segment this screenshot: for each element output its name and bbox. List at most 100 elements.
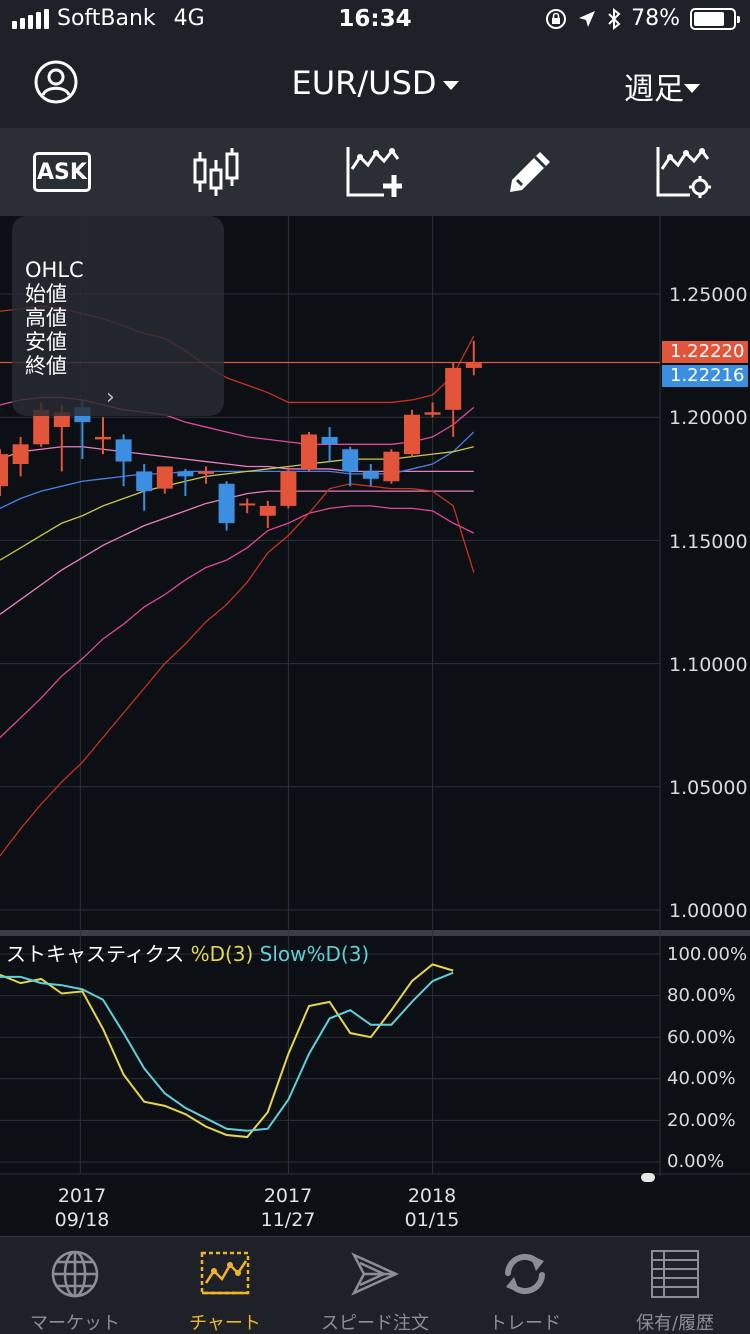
date-year: 2017 [263, 1185, 313, 1207]
candle-body [445, 367, 462, 410]
candle-body [465, 362, 482, 368]
tab-label: スピード注文 [321, 1313, 429, 1334]
ohlc-close-label: 終値 [25, 354, 67, 378]
ohlc-high-label: 高値 [25, 306, 67, 330]
candle-body [239, 503, 256, 506]
ohlc-open-label: 始値 [25, 282, 67, 306]
date-monthday: 09/18 [54, 1209, 110, 1231]
tab-bar: マーケット チャート スピード注文 トレード 保有/履歴 [0, 1236, 750, 1334]
chart-toolbar: ASK [0, 128, 750, 216]
tab-label: チャート [189, 1313, 261, 1334]
candle-body [156, 466, 173, 489]
percent-tick: 0.00% [667, 1151, 725, 1172]
tab-trade[interactable]: トレード [450, 1237, 600, 1334]
candle-body [404, 414, 420, 455]
panel-divider [0, 930, 750, 936]
ohlc-low-label: 安値 [25, 330, 67, 354]
stochastic-name: ストキャスティクス [6, 942, 185, 966]
band-line [0, 446, 474, 561]
candle-body [218, 483, 235, 524]
chevron-down-icon [684, 84, 700, 93]
candle-body [383, 451, 400, 482]
tab-label: マーケット [30, 1313, 120, 1334]
list-icon [651, 1250, 699, 1298]
tab-speed-order[interactable]: スピード注文 [300, 1237, 450, 1334]
percent-tick: 100.00% [667, 944, 748, 965]
chart-type-button[interactable] [181, 144, 251, 200]
price-tick: 1.25000 [669, 284, 748, 306]
date-year: 2018 [407, 1185, 457, 1207]
indicator-settings-icon [656, 147, 711, 198]
tab-label: トレード [489, 1313, 561, 1334]
pencil-icon [510, 152, 550, 192]
candle-body [12, 444, 29, 465]
stochastic-legend: ストキャスティクス %D(3) Slow%D(3) [6, 938, 369, 967]
tab-chart[interactable]: チャート [150, 1237, 300, 1334]
percent-tick: 60.00% [667, 1027, 736, 1048]
date-year: 2017 [57, 1185, 107, 1207]
candle-body [424, 412, 441, 415]
add-indicator-icon [346, 147, 402, 197]
date-label: 2018 01/15 [387, 1184, 477, 1232]
price-tick: 1.00000 [669, 900, 748, 922]
date-label: 2017 11/27 [243, 1184, 333, 1232]
candle-body [0, 454, 8, 487]
stochastic-line [0, 963, 454, 1139]
candlestick-icon [193, 148, 239, 196]
band-line [0, 483, 475, 857]
speed-icon [351, 1252, 400, 1296]
status-bar: SoftBank 4G 16:34 78% [0, 0, 750, 40]
tab-positions-history[interactable]: 保有/履歴 [600, 1237, 750, 1334]
percent-tick: 40.00% [667, 1068, 736, 1089]
price-tick: 1.05000 [669, 777, 748, 799]
tab-label: 保有/履歴 [635, 1313, 715, 1334]
band-line [0, 490, 474, 615]
candle-body [342, 449, 359, 472]
ohlc-panel[interactable]: OHLC 始値 高値 安値 終値 [12, 216, 224, 416]
price-tick: 1.20000 [669, 407, 748, 429]
add-indicator-button[interactable] [338, 144, 408, 200]
candle-body [115, 439, 132, 462]
tab-market[interactable]: マーケット [0, 1237, 150, 1334]
location-icon [579, 10, 596, 27]
page-title: EUR/USD [291, 64, 437, 102]
price-tick: 1.10000 [669, 654, 748, 676]
chevron-right-icon[interactable]: › [106, 385, 115, 410]
trade-icon [505, 1253, 545, 1295]
current-ask-badge: 1.22220 [662, 341, 748, 363]
stochastic-slow-label: Slow%D(3) [259, 942, 370, 966]
status-right: 78% [545, 6, 740, 31]
candle-body [280, 471, 297, 506]
percent-tick: 80.00% [667, 985, 736, 1006]
ohlc-title: OHLC [25, 258, 84, 282]
bluetooth-icon [608, 7, 621, 30]
ask-label: ASK [33, 152, 91, 192]
chart-icon [200, 1251, 250, 1295]
percent-tick: 20.00% [667, 1110, 736, 1131]
stochastic-k-label: %D(3) [190, 942, 254, 966]
battery-percent: 78% [631, 6, 680, 31]
price-tick: 1.15000 [669, 531, 748, 553]
candle-body [362, 471, 379, 479]
scroll-indicator[interactable] [641, 1173, 655, 1182]
candle-body [321, 436, 338, 445]
indicator-settings-button[interactable] [648, 144, 718, 200]
ask-bid-toggle-button[interactable]: ASK [27, 144, 97, 200]
period-selector[interactable]: 週足 [624, 64, 684, 108]
candle-body [177, 471, 194, 477]
draw-tool-button[interactable] [495, 144, 565, 200]
battery-icon [690, 7, 740, 30]
nav-bar: EUR/USD 週足 [0, 40, 750, 128]
date-label: 2017 09/18 [37, 1184, 127, 1232]
rotation-lock-icon [546, 8, 567, 29]
band-line [0, 446, 474, 473]
date-monthday: 01/15 [404, 1209, 460, 1231]
candle-body [301, 434, 317, 469]
date-monthday: 11/27 [260, 1209, 316, 1231]
candle-body [95, 436, 111, 440]
globe-icon [51, 1250, 99, 1298]
candle-body [198, 471, 214, 474]
candle-body [136, 471, 153, 492]
chevron-down-icon [442, 80, 459, 90]
candle-body [259, 505, 276, 516]
